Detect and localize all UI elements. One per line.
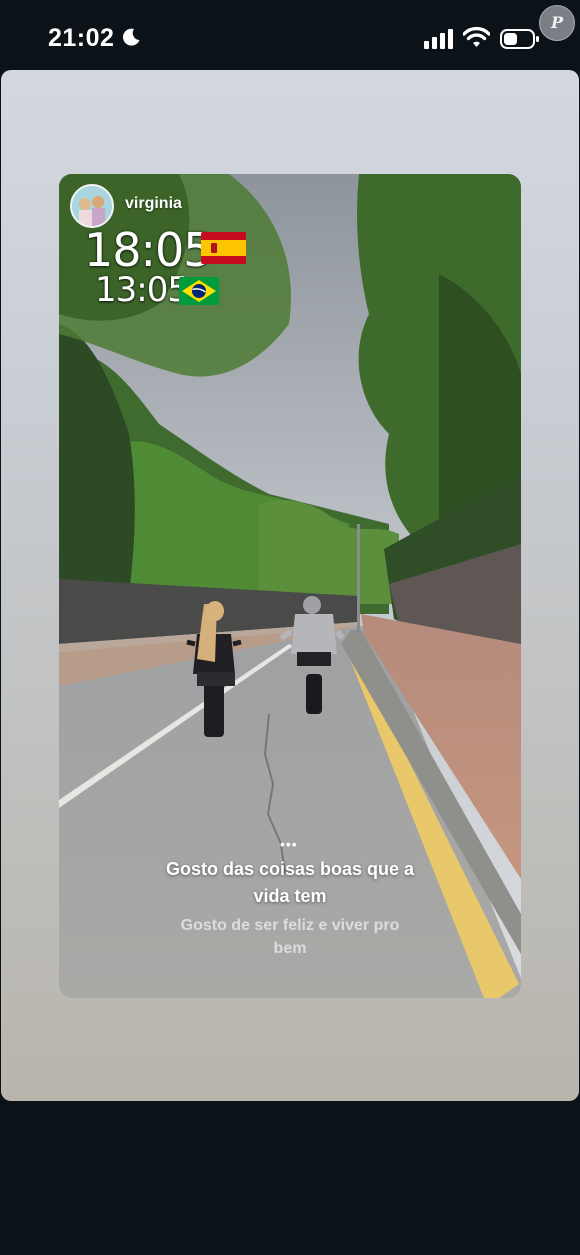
signal-icon <box>424 29 453 49</box>
clock-spain: 18:05 <box>84 223 213 277</box>
battery-icon <box>500 29 539 49</box>
story-username[interactable]: virginia <box>125 195 182 213</box>
status-bar: 21:02 P <box>0 0 580 70</box>
avatar-image <box>72 186 112 226</box>
clock-brazil: 13:05 <box>95 270 189 310</box>
spain-flag-icon <box>201 232 246 264</box>
moon-icon <box>123 28 140 46</box>
brazil-flag-icon <box>179 277 219 305</box>
wifi-icon <box>463 26 490 47</box>
caption-sub: Gosto de ser feliz e viver pro bem <box>180 917 400 957</box>
caption-main: Gosto das coisas boas que a vida tem <box>165 859 415 906</box>
phone-screen: 21:02 P virginia 18:05 13:05 ••• Gosto d… <box>0 0 580 1255</box>
watermark-badge: P <box>539 5 575 41</box>
status-time: 21:02 <box>48 24 115 52</box>
profile-avatar[interactable] <box>70 184 114 228</box>
more-dots-icon: ••• <box>280 836 298 852</box>
